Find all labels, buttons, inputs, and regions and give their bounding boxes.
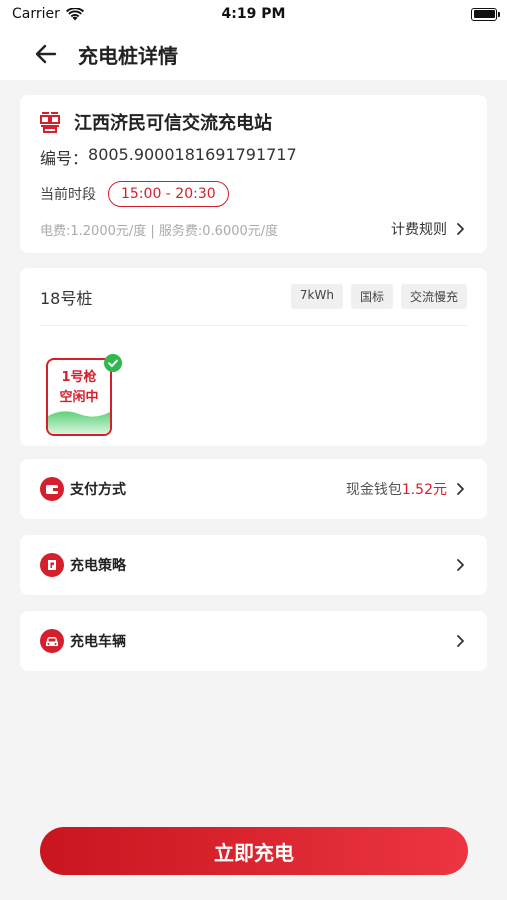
chevron-right-icon [457,635,464,647]
chevron-right-icon [457,223,464,235]
period-row: 当前时段 15:00 - 20:30 [40,181,467,207]
strategy-label: 充电策略 [70,558,126,574]
pile-name: 18号桩 [40,288,93,308]
charging-strategy-row[interactable]: 充电策略 [20,535,487,595]
arrow-left-icon [35,44,57,64]
fee-rule-label: 计费规则 [391,222,447,238]
payment-label: 支付方式 [70,482,126,498]
pile-tags: 7kWh 国标 交流慢充 [290,284,467,309]
check-circle-icon [104,354,122,372]
strategy-icon [40,553,64,577]
battery-level [473,10,495,18]
period-label: 当前时段 [40,187,96,203]
station-card: 江西济民可信交流充电站 编号： 8005.9000181691791717 当前… [20,95,487,253]
status-bar: Carrier 4:19 PM [0,0,507,28]
page-title: 充电桩详情 [78,43,178,68]
carrier-label: Carrier [12,6,60,22]
start-charging-button[interactable]: 立即充电 [40,827,468,875]
tag-standard: 国标 [350,284,393,309]
chevron-right-icon [457,483,464,495]
payment-method-row[interactable]: 支付方式 现金钱包 1.52元 [20,459,487,519]
back-button[interactable] [26,34,66,74]
station-header: 江西济民可信交流充电站 [40,109,467,135]
chevron-right-icon [457,559,464,571]
pile-header: 18号桩 7kWh 国标 交流慢充 [40,268,467,326]
station-code-label: 编号： [40,149,89,168]
payment-wallet: 现金钱包 [345,482,402,498]
gun-status: 空闲中 [59,390,99,405]
battery-icon [471,7,500,21]
charging-vehicle-row[interactable]: 充电车辆 [20,611,487,671]
gun-name: 1号枪 [61,370,97,385]
station-name: 江西济民可信交流充电站 [74,113,272,134]
payment-amount: 1.52元 [401,482,447,498]
fee-row: 电费:1.2000元/度 | 服务费:0.6000元/度 计费规则 [40,219,467,239]
tag-power: 7kWh [290,284,343,309]
station-logo-icon [40,112,60,133]
gun-1-card[interactable]: 1号枪 空闲中 [46,358,112,436]
period-badge: 15:00 - 20:30 [108,181,229,207]
pile-card: 18号桩 7kWh 国标 交流慢充 1号枪 空闲中 [20,268,487,446]
station-code: 8005.9000181691791717 [88,145,297,164]
fee-text: 电费:1.2000元/度 | 服务费:0.6000元/度 [40,223,279,239]
wifi-icon [65,7,84,20]
gun-level-wave [48,411,110,434]
wallet-icon [40,477,64,501]
payment-value: 现金钱包 1.52元 [346,479,467,499]
status-left: Carrier [12,6,84,22]
gun-text: 1号枪 空闲中 [48,368,110,408]
fee-rule-link[interactable]: 计费规则 [391,219,467,239]
station-code-row: 编号： 8005.9000181691791717 [40,145,467,169]
nav-bar: 充电桩详情 [0,28,507,80]
car-icon [40,629,64,653]
vehicle-label: 充电车辆 [70,634,126,650]
tag-type: 交流慢充 [400,284,467,309]
